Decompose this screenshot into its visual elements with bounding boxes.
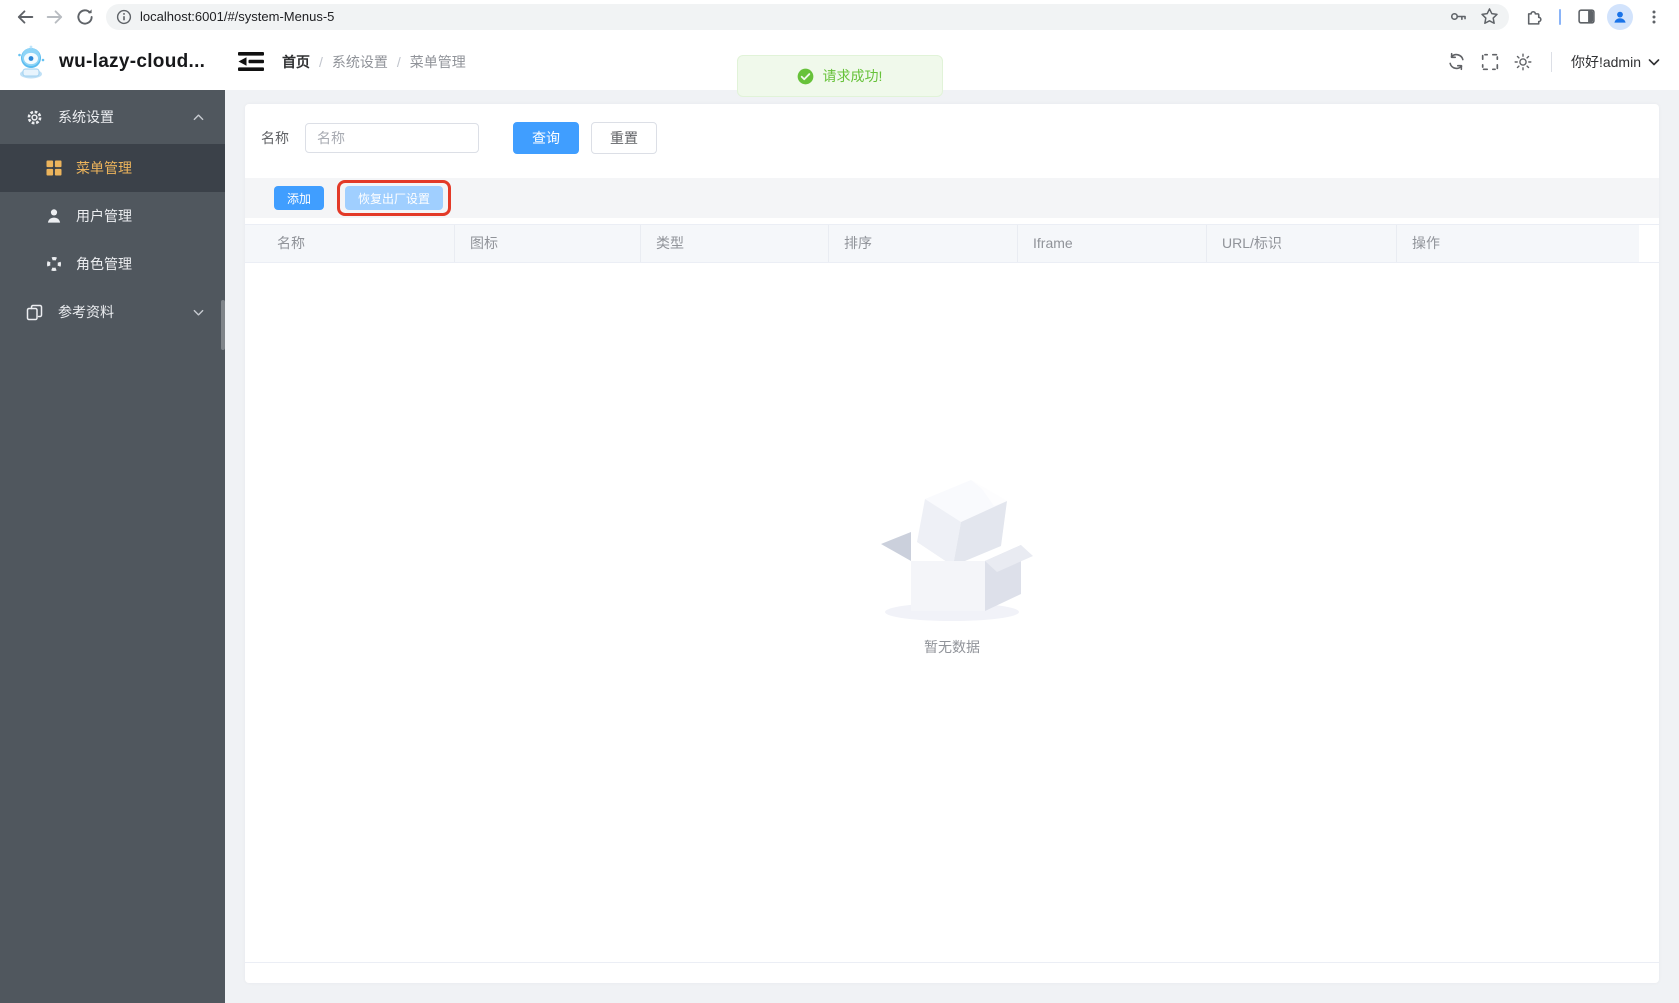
breadcrumb-system-settings[interactable]: 系统设置 [332, 52, 388, 72]
app-logo-robot-icon [18, 45, 45, 78]
sidebar-item-menu-management[interactable]: 菜单管理 [0, 144, 225, 192]
name-field-label: 名称 [261, 130, 289, 146]
gear-icon [27, 110, 42, 124]
browser-toolbar: localhost:6001/#/system-Menus-5 [0, 0, 1679, 33]
empty-box-illustration [881, 479, 1033, 621]
app-logo-area: wu-lazy-cloud... [0, 44, 225, 80]
tab-group-indicator [1559, 8, 1561, 25]
chevron-down-icon [193, 309, 204, 316]
app-body: 系统设置 菜单管理 用户管理 角色管理 参考资料 名称 名称 查询 重置 添加 … [0, 90, 1679, 1003]
browser-actions [1519, 2, 1669, 32]
table-body-empty: 暂无数据 [245, 263, 1659, 963]
fullscreen-icon [1481, 53, 1499, 70]
breadcrumb-menu-management: 菜单管理 [409, 53, 466, 70]
sidebar-group-label: 系统设置 [58, 109, 114, 125]
fullscreen-button[interactable] [1481, 53, 1499, 71]
puzzle-icon [1527, 10, 1542, 25]
url-text: localhost:6001/#/system-Menus-5 [140, 9, 335, 24]
extensions-button[interactable] [1519, 2, 1549, 32]
toast-message: 请求成功! [822, 68, 883, 84]
empty-state: 暂无数据 [866, 465, 1038, 657]
name-search-input[interactable] [305, 123, 479, 153]
sidebar-collapse-button[interactable] [238, 51, 264, 72]
add-button[interactable]: 添加 [274, 186, 325, 210]
address-bar[interactable]: localhost:6001/#/system-Menus-5 [106, 3, 1509, 30]
side-panel-icon [1577, 9, 1595, 24]
screen: localhost:6001/#/system-Menus-5 wu-lazy-… [0, 0, 1679, 1003]
breadcrumb-separator: / [319, 53, 323, 70]
sidebar-item-user-management[interactable]: 用户管理 [0, 192, 225, 240]
breadcrumb: 首页 / 系统设置 / 菜单管理 [282, 52, 466, 72]
user-icon [47, 209, 61, 223]
sidebar-item-label: 菜单管理 [76, 160, 132, 176]
sidebar-item-label: 角色管理 [76, 256, 132, 272]
breadcrumb-home[interactable]: 首页 [282, 52, 310, 72]
sidebar-item-role-management[interactable]: 角色管理 [0, 240, 225, 288]
chevron-up-icon [193, 113, 204, 120]
column-header-type: 类型 [641, 225, 829, 262]
column-header-sort: 排序 [829, 225, 1018, 262]
bookmark-star-icon[interactable] [1480, 7, 1499, 26]
table-toolbar: 添加 恢复出厂设置 [245, 178, 1659, 218]
search-form: 名称 查询 重置 [245, 104, 1659, 172]
browser-reload-button[interactable] [70, 2, 100, 32]
factory-reset-button[interactable]: 恢复出厂设置 [345, 186, 444, 210]
user-menu[interactable]: 你好!admin [1571, 52, 1661, 72]
table-header-row: 名称 图标 类型 排序 Iframe URL/标识 操作 [245, 224, 1659, 263]
back-arrow-icon [17, 9, 34, 24]
side-panel-button[interactable] [1571, 2, 1601, 32]
sidebar-group-system-settings[interactable]: 系统设置 [0, 90, 225, 144]
column-header-iframe: Iframe [1018, 225, 1207, 262]
sidebar-scrollbar-thumb[interactable] [221, 300, 225, 350]
lifebuoy-icon [46, 256, 62, 272]
browser-menu-button[interactable] [1639, 2, 1669, 32]
three-dots-icon [1652, 10, 1656, 23]
sun-icon [1514, 53, 1532, 70]
reload-icon [77, 8, 93, 25]
content-card: 名称 查询 重置 添加 恢复出厂设置 名称 图标 类型 排序 Iframe [245, 104, 1659, 983]
app-title: wu-lazy-cloud... [59, 50, 206, 72]
empty-state-text: 暂无数据 [924, 638, 980, 655]
sync-icon [1449, 52, 1464, 71]
column-header-actions: 操作 [1397, 225, 1639, 262]
breadcrumb-separator: / [396, 53, 401, 70]
column-header-icon: 图标 [455, 225, 641, 262]
header-divider [1550, 51, 1552, 72]
reset-button[interactable]: 重置 [591, 122, 657, 154]
success-check-icon [797, 68, 813, 84]
browser-forward-button[interactable] [40, 2, 70, 32]
password-key-icon[interactable] [1449, 7, 1468, 26]
browser-profile-avatar[interactable] [1607, 3, 1633, 30]
documents-icon [26, 304, 43, 320]
main-content: 名称 查询 重置 添加 恢复出厂设置 名称 图标 类型 排序 Iframe [225, 90, 1679, 1003]
user-greeting: 你好!admin [1570, 53, 1641, 70]
theme-toggle-button[interactable] [1514, 53, 1532, 71]
sidebar: 系统设置 菜单管理 用户管理 角色管理 参考资料 [0, 90, 225, 1003]
red-highlight-annotation: 恢复出厂设置 [337, 180, 452, 216]
header-actions: 你好!admin [1447, 51, 1679, 72]
browser-back-button[interactable] [10, 2, 40, 32]
sidebar-item-label: 用户管理 [76, 208, 132, 224]
column-header-url: URL/标识 [1207, 225, 1397, 262]
profile-person-icon [1614, 11, 1626, 23]
table-scrollbar-gutter [1639, 225, 1659, 262]
column-header-name: 名称 [245, 225, 455, 262]
sidebar-group-label: 参考资料 [58, 304, 114, 320]
site-info-icon[interactable] [116, 9, 132, 25]
grid-icon [46, 160, 62, 176]
forward-arrow-icon [46, 9, 63, 24]
success-toast: 请求成功! [736, 55, 943, 97]
chevron-down-icon [1648, 58, 1660, 65]
refresh-button[interactable] [1447, 52, 1466, 71]
fold-menu-icon [238, 52, 264, 71]
query-button[interactable]: 查询 [513, 122, 579, 154]
sidebar-group-reference-material[interactable]: 参考资料 [0, 288, 225, 336]
